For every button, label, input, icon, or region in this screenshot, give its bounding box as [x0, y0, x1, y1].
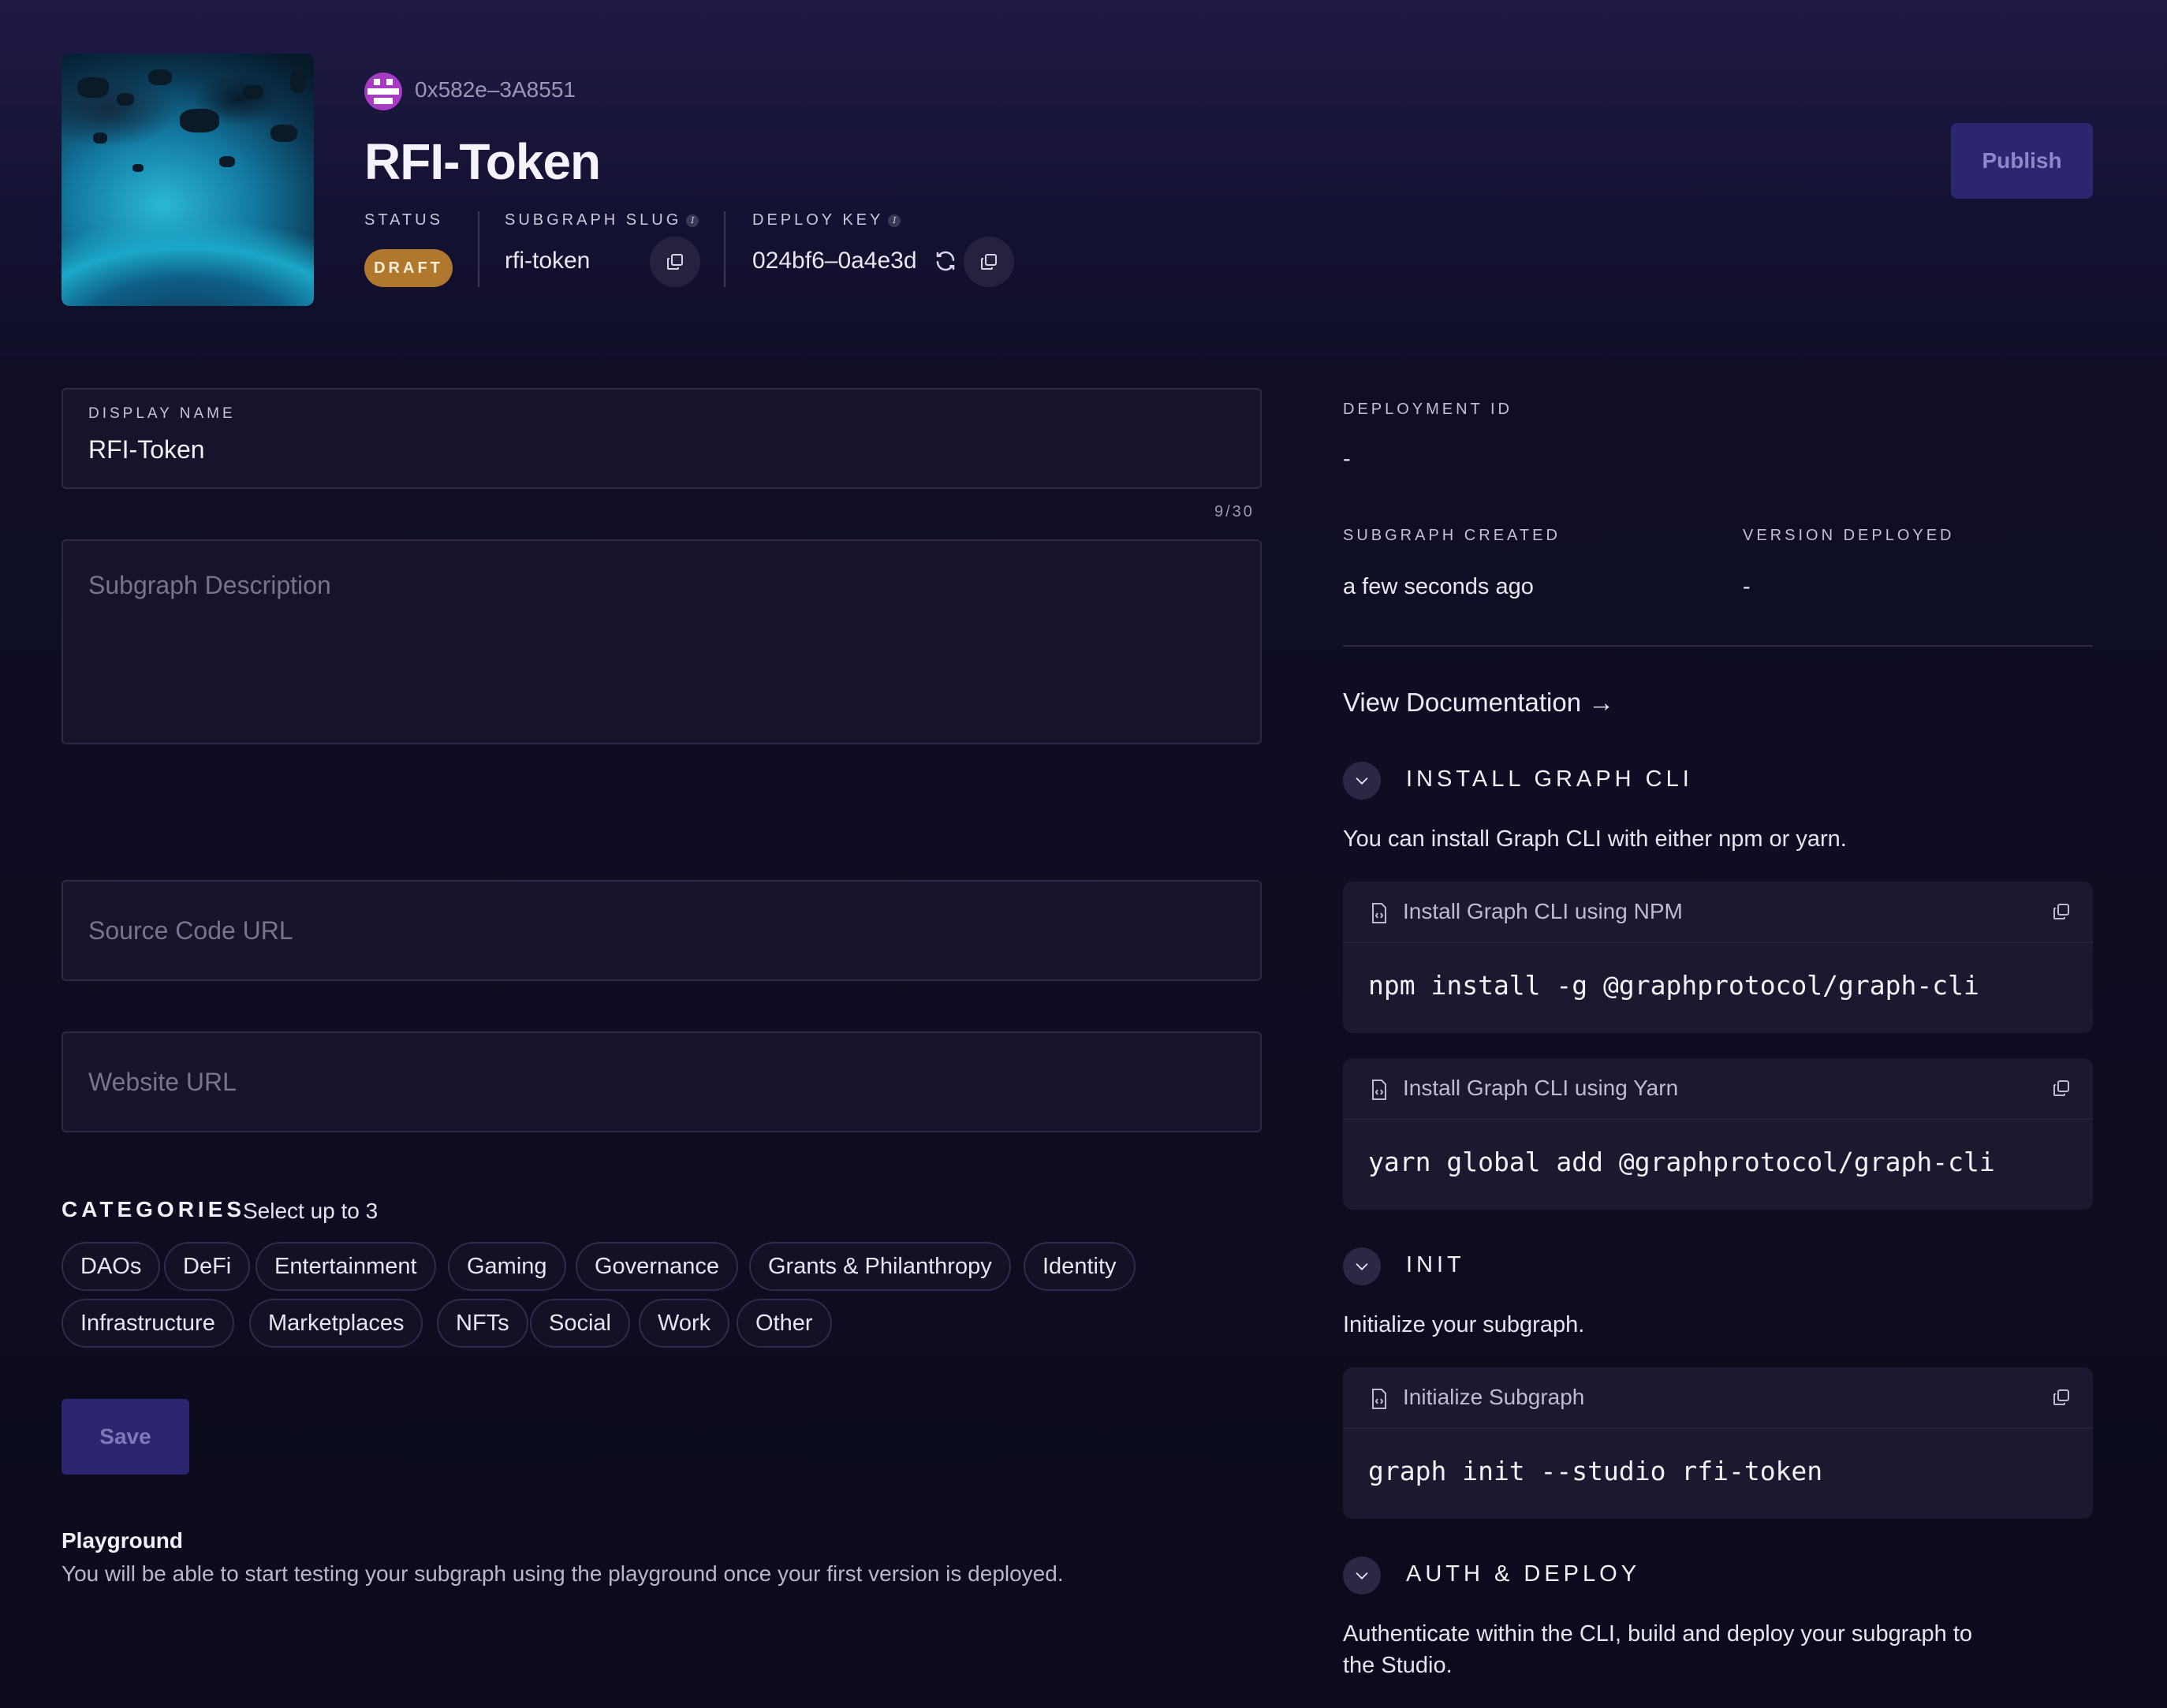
copy-icon [667, 254, 683, 270]
category-chip-identity[interactable]: Identity [1024, 1242, 1136, 1291]
category-chip-marketplaces[interactable]: Marketplaces [249, 1299, 423, 1348]
info-icon[interactable]: i [888, 214, 901, 227]
deployment-id-value: - [1343, 446, 1351, 472]
refresh-icon [936, 251, 955, 271]
init-section-desc: Initialize your subgraph. [1343, 1312, 1585, 1337]
source-code-placeholder: Source Code URL [88, 916, 293, 945]
subgraph-created-label: SUBGRAPH CREATED [1343, 527, 1561, 544]
deployment-id-label: DEPLOYMENT ID [1343, 401, 1512, 418]
version-deployed-label: VERSION DEPLOYED [1743, 527, 1955, 544]
website-placeholder: Website URL [88, 1068, 237, 1096]
chevron-down-icon [1356, 778, 1368, 785]
divider [724, 211, 725, 287]
chevron-down-icon [1356, 1572, 1368, 1579]
publish-button[interactable]: Publish [1951, 123, 2093, 199]
display-name-field[interactable]: DISPLAY NAME RFI-Token [62, 388, 1262, 489]
copy-icon[interactable] [2052, 1079, 2071, 1098]
version-deployed-value: - [1743, 574, 1751, 599]
website-url-field[interactable]: Website URL [62, 1031, 1262, 1132]
copy-icon[interactable] [2052, 1388, 2071, 1407]
npm-code[interactable]: npm install -g @graphprotocol/graph-cli [1368, 970, 1979, 1001]
yarn-code[interactable]: yarn global add @graphprotocol/graph-cli [1368, 1147, 1995, 1177]
category-chip-infrastructure[interactable]: Infrastructure [62, 1299, 234, 1348]
divider [478, 211, 479, 287]
playground-title: Playground [62, 1528, 184, 1553]
refresh-deploy-key-button[interactable] [934, 249, 957, 277]
yarn-code-card: Install Graph CLI using Yarn yarn global… [1343, 1058, 2093, 1210]
copy-deploy-key-button[interactable] [964, 237, 1014, 287]
category-chip-defi[interactable]: DeFi [164, 1242, 251, 1291]
owner-avatar-icon [364, 73, 402, 110]
display-name-label: DISPLAY NAME [88, 405, 236, 422]
auth-section-title: AUTH & DEPLOY [1406, 1561, 1641, 1587]
install-section-desc: You can install Graph CLI with either np… [1343, 826, 1847, 852]
yarn-card-title: Install Graph CLI using Yarn [1403, 1076, 1679, 1100]
deploy-key-label: DEPLOY KEY i [752, 211, 901, 229]
category-chip-grants[interactable]: Grants & Philanthropy [749, 1242, 1011, 1291]
source-code-url-field[interactable]: Source Code URL [62, 880, 1262, 981]
auth-toggle-button[interactable] [1343, 1557, 1381, 1594]
file-code-icon [1372, 1080, 1386, 1100]
slug-value: rfi-token [505, 248, 591, 274]
category-chip-gaming[interactable]: Gaming [448, 1242, 566, 1291]
category-chip-entertainment[interactable]: Entertainment [255, 1242, 436, 1291]
npm-card-title: Install Graph CLI using NPM [1403, 899, 1683, 923]
subgraph-image[interactable] [62, 54, 314, 306]
status-badge: DRAFT [364, 249, 453, 287]
init-toggle-button[interactable] [1343, 1247, 1381, 1285]
categories-title: CATEGORIES [62, 1197, 246, 1221]
save-button[interactable]: Save [62, 1399, 189, 1475]
description-placeholder: Subgraph Description [88, 571, 331, 599]
category-chip-social[interactable]: Social [530, 1299, 630, 1348]
install-section-title: INSTALL GRAPH CLI [1406, 766, 1693, 792]
init-code-card: Initialize Subgraph graph init --studio … [1343, 1367, 2093, 1519]
display-name-value[interactable]: RFI-Token [88, 435, 205, 464]
divider [1343, 645, 2093, 647]
category-chip-nfts[interactable]: NFTs [437, 1299, 528, 1348]
info-icon[interactable]: i [686, 214, 699, 227]
playground-text: You will be able to start testing your s… [62, 1561, 1064, 1586]
auth-section-desc-line2: the Studio. [1343, 1653, 1453, 1678]
description-field[interactable]: Subgraph Description [62, 539, 1262, 744]
view-documentation-link[interactable]: View Documentation → [1343, 688, 1614, 718]
status-label: STATUS [364, 211, 443, 229]
copy-slug-button[interactable] [650, 237, 700, 287]
auth-section-desc-line1: Authenticate within the CLI, build and d… [1343, 1621, 1973, 1646]
chevron-down-icon [1356, 1263, 1368, 1270]
init-section-title: INIT [1406, 1252, 1465, 1277]
file-code-icon [1372, 1389, 1386, 1409]
category-chip-other[interactable]: Other [737, 1299, 832, 1348]
install-toggle-button[interactable] [1343, 762, 1381, 800]
category-chip-governance[interactable]: Governance [576, 1242, 738, 1291]
owner-address: 0x582e–3A8551 [415, 77, 576, 102]
copy-icon[interactable] [2052, 902, 2071, 921]
subgraph-created-value: a few seconds ago [1343, 574, 1534, 599]
copy-icon [981, 254, 997, 270]
npm-code-card: Install Graph CLI using NPM npm install … [1343, 882, 2093, 1033]
category-chip-daos[interactable]: DAOs [62, 1242, 161, 1291]
init-card-title: Initialize Subgraph [1403, 1385, 1585, 1409]
slug-label: SUBGRAPH SLUG i [505, 211, 699, 229]
page-title: RFI-Token [364, 133, 601, 190]
init-code[interactable]: graph init --studio rfi-token [1368, 1456, 1822, 1486]
file-code-icon [1372, 903, 1386, 923]
category-chip-work[interactable]: Work [639, 1299, 730, 1348]
display-name-counter: 9/30 [1214, 503, 1255, 520]
deploy-key-value: 024bf6–0a4e3d [752, 248, 917, 274]
categories-hint: Select up to 3 [243, 1199, 379, 1223]
